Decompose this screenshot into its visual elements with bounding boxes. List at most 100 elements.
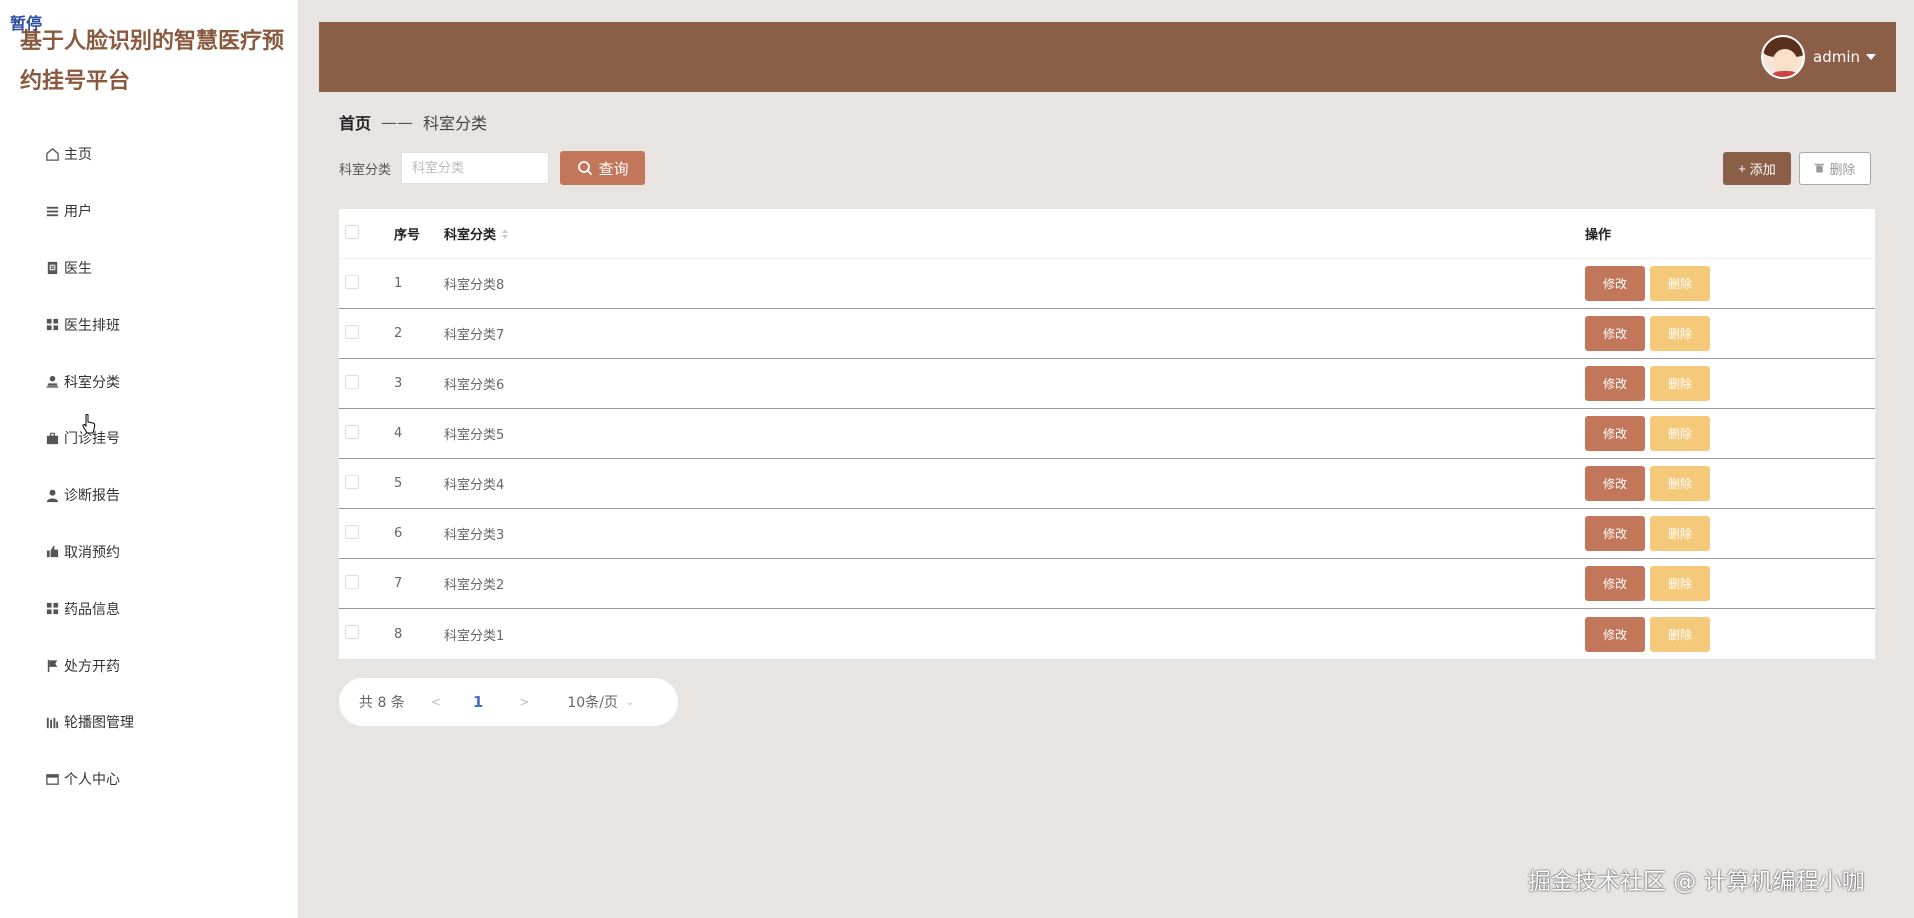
- search-icon: [577, 161, 592, 176]
- prev-page-button[interactable]: <: [431, 695, 441, 709]
- row-index: 1: [394, 276, 403, 291]
- person-icon: [44, 374, 60, 390]
- sidebar-item-doctors[interactable]: 医生: [0, 240, 298, 297]
- table-row: 3 科室分类6 修改 删除: [339, 359, 1875, 409]
- sidebar-item-label: 个人中心: [64, 772, 120, 789]
- row-checkbox[interactable]: [345, 324, 359, 339]
- delete-button[interactable]: 删除: [1650, 466, 1710, 501]
- row-name: 科室分类1: [444, 628, 505, 644]
- table-row: 6 科室分类3 修改 删除: [339, 509, 1875, 559]
- row-name: 科室分类7: [444, 328, 505, 343]
- pagination-total: 共 8 条: [359, 695, 405, 711]
- chevron-down-icon: ⌄: [625, 696, 635, 708]
- row-checkbox[interactable]: [345, 474, 359, 489]
- flag-icon: [44, 658, 60, 674]
- edit-button[interactable]: 修改: [1585, 416, 1645, 451]
- sidebar-item-registration[interactable]: 门诊挂号: [0, 410, 298, 467]
- delete-button[interactable]: 删除: [1650, 266, 1710, 301]
- query-button[interactable]: 查询: [560, 151, 646, 185]
- sidebar-menu: 主页 用户 医生 医生排班 科室分类 门诊挂号 诊断报告 取消预约 药品信息 处…: [0, 126, 298, 808]
- row-name: 科室分类3: [444, 528, 505, 543]
- sidebar-item-reports[interactable]: 诊断报告: [0, 467, 298, 524]
- window-icon: [44, 771, 60, 787]
- pagination: 共 8 条 < 1 > 10条/页 ⌄: [339, 678, 678, 726]
- edit-button[interactable]: 修改: [1585, 316, 1645, 351]
- row-index: 2: [394, 326, 403, 341]
- page-size-label: 10条/页: [567, 695, 618, 711]
- brand-title: 基于人脸识别的智慧医疗预约挂号平台: [20, 29, 285, 94]
- plus-icon: +: [1738, 161, 1746, 176]
- delete-button[interactable]: 删除: [1650, 366, 1710, 401]
- row-checkbox[interactable]: [345, 574, 359, 589]
- user-menu[interactable]: admin: [1761, 35, 1876, 79]
- batch-delete-label: 删除: [1829, 162, 1856, 177]
- grid-icon: [44, 317, 60, 333]
- sort-icon[interactable]: [502, 228, 509, 239]
- sidebar-item-label: 主页: [64, 147, 92, 164]
- username: admin: [1813, 48, 1860, 66]
- grid-icon: [44, 601, 60, 617]
- row-checkbox[interactable]: [345, 274, 359, 289]
- row-checkbox[interactable]: [345, 424, 359, 439]
- edit-button[interactable]: 修改: [1585, 616, 1645, 652]
- sidebar-item-carousel[interactable]: 轮播图管理: [0, 694, 298, 751]
- avatar: [1761, 35, 1805, 79]
- sidebar-item-medicine[interactable]: 药品信息: [0, 580, 298, 637]
- clipboard-icon: [44, 260, 60, 276]
- row-name: 科室分类8: [444, 278, 505, 293]
- query-button-label: 查询: [598, 160, 629, 178]
- breadcrumb-separator: ——: [381, 112, 414, 132]
- row-index: 3: [394, 376, 403, 391]
- sidebar-item-cancel[interactable]: 取消预约: [0, 524, 298, 581]
- header-index: 序号: [394, 228, 421, 243]
- row-index: 6: [394, 526, 403, 541]
- row-name: 科室分类6: [444, 378, 505, 393]
- delete-button[interactable]: 删除: [1650, 516, 1710, 551]
- delete-button[interactable]: 删除: [1650, 566, 1710, 601]
- sidebar-item-departments[interactable]: 科室分类: [0, 353, 298, 410]
- row-checkbox[interactable]: [345, 625, 359, 639]
- row-checkbox[interactable]: [345, 374, 359, 389]
- sidebar-item-schedule[interactable]: 医生排班: [0, 296, 298, 353]
- search-bar: 科室分类 查询: [339, 151, 646, 185]
- delete-button[interactable]: 删除: [1650, 616, 1710, 652]
- delete-button[interactable]: 删除: [1650, 416, 1710, 451]
- caret-down-icon: [1866, 54, 1876, 60]
- user-icon: [44, 487, 60, 503]
- edit-button[interactable]: 修改: [1585, 466, 1645, 501]
- edit-button[interactable]: 修改: [1585, 266, 1645, 301]
- table-header: 序号 科室分类 操作: [339, 209, 1875, 259]
- edit-button[interactable]: 修改: [1585, 366, 1645, 401]
- header-name[interactable]: 科室分类: [444, 224, 1585, 243]
- departments-table: 序号 科室分类 操作 1 科室分类8 修改 删除 2 科室分类7 修改 删除 3 科室分类6 修改删…: [339, 209, 1875, 659]
- sidebar-item-profile[interactable]: 个人中心: [0, 751, 298, 808]
- table-row: 1 科室分类8 修改 删除: [339, 259, 1875, 309]
- search-input[interactable]: [401, 152, 550, 184]
- breadcrumb-current: 科室分类: [423, 114, 488, 133]
- sidebar-item-prescription[interactable]: 处方开药: [0, 637, 298, 694]
- edit-button[interactable]: 修改: [1585, 516, 1645, 551]
- add-button-label: 添加: [1749, 162, 1776, 177]
- thumb-icon: [44, 544, 60, 560]
- delete-button[interactable]: 删除: [1650, 316, 1710, 351]
- sidebar-item-home[interactable]: 主页: [0, 126, 298, 183]
- select-all-checkbox[interactable]: [345, 224, 359, 239]
- row-name: 科室分类4: [444, 478, 505, 493]
- briefcase-icon: [44, 430, 60, 446]
- search-label: 科室分类: [339, 162, 392, 178]
- sidebar-item-label: 药品信息: [64, 601, 120, 618]
- table-row: 7 科室分类2 修改 删除: [339, 559, 1875, 609]
- home-icon: [44, 146, 60, 162]
- add-button[interactable]: + 添加: [1723, 152, 1791, 185]
- list-icon: [44, 203, 60, 219]
- page-size-select[interactable]: 10条/页 ⌄: [567, 692, 634, 712]
- row-checkbox[interactable]: [345, 524, 359, 539]
- sidebar: 基于人脸识别的智慧医疗预约挂号平台 主页 用户 医生 医生排班 科室分类 门诊挂…: [0, 0, 298, 918]
- edit-button[interactable]: 修改: [1585, 566, 1645, 601]
- sidebar-item-label: 处方开药: [64, 658, 120, 675]
- sidebar-item-users[interactable]: 用户: [0, 183, 298, 240]
- batch-delete-button[interactable]: 删除: [1799, 152, 1871, 185]
- breadcrumb-home[interactable]: 首页: [339, 110, 371, 134]
- next-page-button[interactable]: >: [519, 695, 529, 709]
- current-page[interactable]: 1: [473, 693, 483, 711]
